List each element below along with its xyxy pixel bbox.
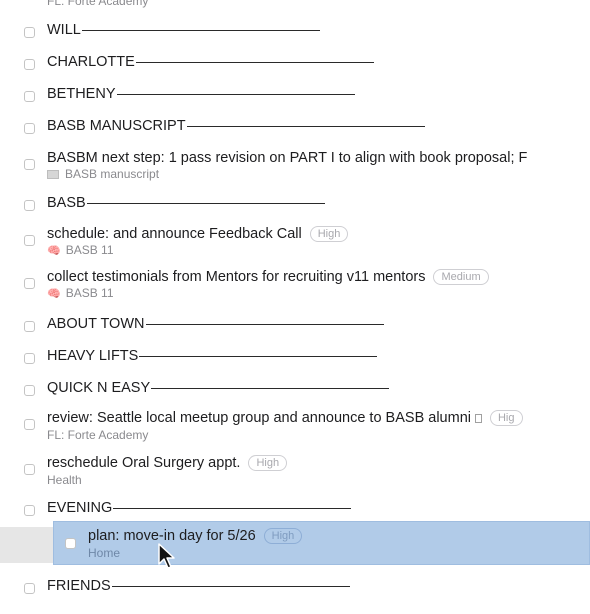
heading-divider <box>86 202 325 204</box>
checkbox[interactable] <box>24 321 35 332</box>
heading-title: ABOUT TOWN <box>47 316 145 332</box>
heading-divider <box>151 387 390 389</box>
task-area: Health <box>47 473 82 487</box>
task-row-reschedule[interactable]: reschedule Oral Surgery appt. High Health <box>0 455 590 489</box>
heading-row-charlotte[interactable]: CHARLOTTE <box>0 54 590 74</box>
task-project: BASB 11 <box>65 286 114 300</box>
task-area: Home <box>88 546 121 560</box>
drop-indicator <box>0 527 53 563</box>
heading-row-basb[interactable]: BASB <box>0 195 590 215</box>
checkbox[interactable] <box>24 235 35 246</box>
brain-icon: 🧠 <box>47 288 61 300</box>
document-icon <box>474 414 482 423</box>
task-title: BASBM next step: 1 pass revision on PART… <box>47 150 528 166</box>
task-row-schedule[interactable]: schedule: and announce Feedback Call High… <box>0 226 590 260</box>
heading-title: EVENING <box>47 500 113 516</box>
partial-task-area: FL: Forte Academy <box>47 0 149 8</box>
heading-title: CHARLOTTE <box>47 54 135 70</box>
heading-divider <box>81 29 320 31</box>
priority-tag[interactable]: High <box>263 528 303 544</box>
heading-row-quick-n-easy[interactable]: QUICK N EASY <box>0 380 590 400</box>
heading-title: QUICK N EASY <box>47 380 151 396</box>
task-project: FL: Forte Academy <box>47 428 149 442</box>
task-project: BASB 11 <box>65 243 114 257</box>
priority-tag[interactable]: Medium <box>433 269 489 285</box>
checkbox[interactable] <box>24 200 35 211</box>
task-title: collect testimonials from Mentors for re… <box>47 269 426 285</box>
dragged-task-row[interactable]: plan: move-in day for 5/26 High Home <box>53 521 590 565</box>
checkbox[interactable] <box>24 419 35 430</box>
task-title: schedule: and announce Feedback Call <box>47 226 302 242</box>
heading-title: FRIENDS <box>47 578 111 594</box>
heading-divider <box>145 323 384 325</box>
checkbox[interactable] <box>65 538 76 549</box>
heading-divider <box>186 125 425 127</box>
heading-row-evening[interactable]: EVENING <box>0 500 590 520</box>
heading-title: BASB <box>47 195 86 211</box>
heading-title: WILL <box>47 22 81 38</box>
checkbox[interactable] <box>24 27 35 38</box>
checkbox[interactable] <box>24 583 35 594</box>
checkbox[interactable] <box>24 123 35 134</box>
checkbox[interactable] <box>24 91 35 102</box>
heading-divider <box>139 355 378 357</box>
heading-divider <box>116 93 355 95</box>
task-title: review: Seattle local meetup group and a… <box>47 410 471 426</box>
task-title: plan: move-in day for 5/26 <box>88 528 256 544</box>
priority-tag[interactable]: High <box>309 226 349 242</box>
heading-divider <box>135 61 374 63</box>
brain-icon: 🧠 <box>47 245 61 257</box>
heading-row-friends[interactable]: FRIENDS <box>0 578 590 598</box>
heading-divider <box>111 585 350 587</box>
heading-row-basb-manuscript[interactable]: BASB MANUSCRIPT <box>0 118 590 138</box>
checkbox[interactable] <box>24 464 35 475</box>
heading-title: BETHENY <box>47 86 116 102</box>
checkbox[interactable] <box>24 59 35 70</box>
mouse-cursor-icon <box>158 543 175 569</box>
checkbox[interactable] <box>24 385 35 396</box>
priority-tag[interactable]: High <box>248 455 288 471</box>
checkbox[interactable] <box>24 353 35 364</box>
heading-title: BASB MANUSCRIPT <box>47 118 186 134</box>
heading-title: HEAVY LIFTS <box>47 348 139 364</box>
priority-tag[interactable]: Hig <box>489 410 523 426</box>
checkbox[interactable] <box>24 159 35 170</box>
heading-row-betheny[interactable]: BETHENY <box>0 86 590 106</box>
checkbox[interactable] <box>24 505 35 516</box>
heading-row-about-town[interactable]: ABOUT TOWN <box>0 316 590 336</box>
task-project: BASB manuscript <box>65 167 160 181</box>
task-title: reschedule Oral Surgery appt. <box>47 455 241 471</box>
checkbox[interactable] <box>24 278 35 289</box>
task-row-review[interactable]: review: Seattle local meetup group and a… <box>0 410 590 444</box>
task-row-basbm-next-step[interactable]: BASBM next step: 1 pass revision on PART… <box>0 150 590 186</box>
heading-row-will[interactable]: WILL <box>0 22 590 42</box>
task-row-collect[interactable]: collect testimonials from Mentors for re… <box>0 269 590 303</box>
notes-icon <box>47 170 59 179</box>
heading-row-heavy-lifts[interactable]: HEAVY LIFTS <box>0 348 590 368</box>
heading-divider <box>113 507 352 509</box>
